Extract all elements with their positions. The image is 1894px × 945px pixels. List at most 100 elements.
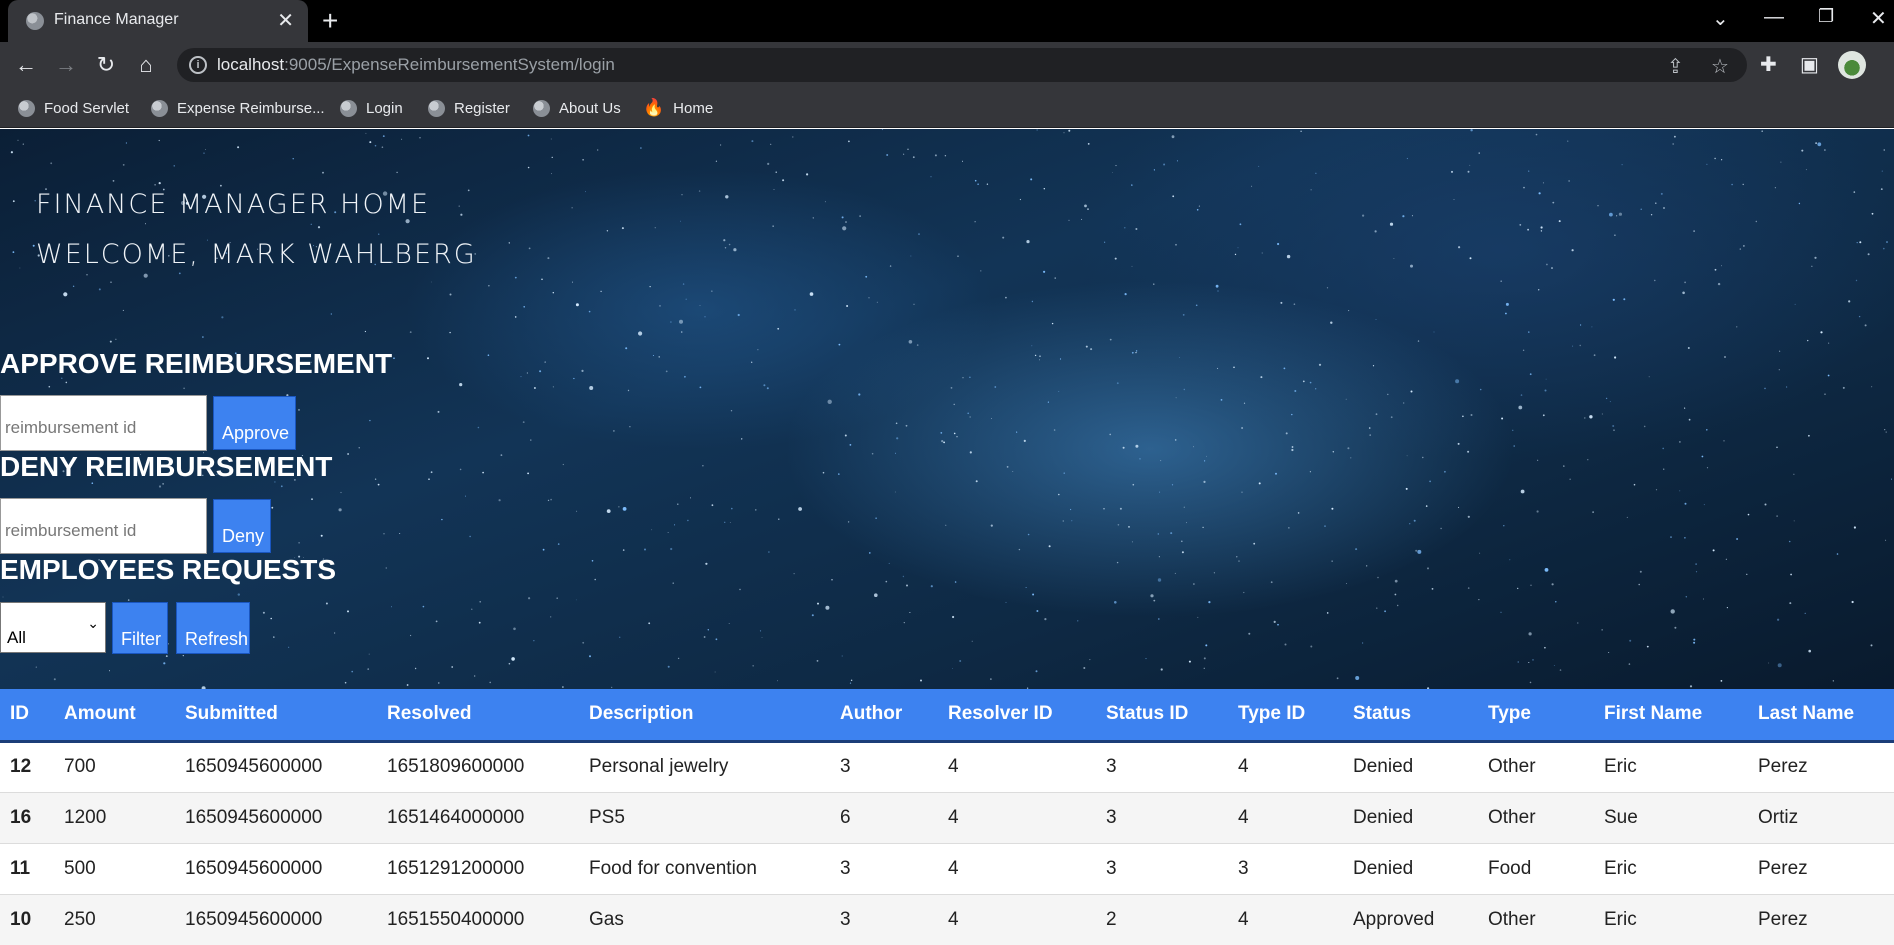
tab-search-icon[interactable]: ⌄: [1712, 6, 1729, 31]
table-row[interactable]: 10 250 1650945600000 1651550400000 Gas 3 4 2 4 Ap…: [0, 894, 1894, 945]
approve-id-input[interactable]: reimbursement id: [0, 395, 207, 451]
bookmark-expense-reimburse[interactable]: Expense Reimburse...: [151, 97, 325, 119]
star: [1163, 163, 1166, 166]
star: [344, 681, 347, 684]
side-panel-icon[interactable]: ▣: [1800, 52, 1819, 77]
star: [320, 534, 323, 537]
star: [589, 655, 591, 658]
star: [1467, 450, 1470, 453]
star: [648, 622, 651, 625]
star: [1051, 322, 1054, 325]
star: [1663, 207, 1665, 209]
star: [1536, 510, 1539, 513]
refresh-button[interactable]: Refresh: [176, 602, 250, 654]
table-cell: Perez: [1758, 843, 1894, 895]
star: [1124, 227, 1126, 229]
star: [589, 386, 594, 390]
star: [1814, 256, 1817, 259]
table-cell: 3: [1106, 741, 1238, 793]
star: [562, 686, 564, 688]
star: [526, 372, 528, 374]
table-row[interactable]: 16 1200 1650945600000 1651464000000 PS5 6 4 3 4 D…: [0, 792, 1894, 844]
url-input[interactable]: i localhost:9005/ExpenseReimbursementSys…: [177, 48, 1747, 82]
star: [1203, 480, 1206, 483]
bookmark-star-icon[interactable]: ☆: [1711, 54, 1729, 79]
restore-icon[interactable]: ❐: [1818, 6, 1834, 27]
star: [625, 347, 628, 350]
star: [72, 285, 75, 287]
star: [1884, 429, 1886, 431]
star: [770, 143, 772, 145]
deny-id-input[interactable]: reimbursement id: [0, 498, 207, 554]
site-info-icon[interactable]: i: [189, 56, 207, 74]
star: [1601, 629, 1603, 631]
browser-tab[interactable]: Finance Manager ✕: [8, 0, 308, 42]
bookmark-home[interactable]: 🔥 Home: [643, 97, 713, 119]
column-header: Status ID: [1106, 689, 1238, 743]
back-icon[interactable]: ←: [12, 51, 40, 79]
approve-button[interactable]: Approve: [213, 396, 296, 450]
status-filter-select[interactable]: All ⌄: [0, 602, 106, 653]
star: [846, 305, 849, 307]
star: [903, 153, 905, 155]
star: [1853, 191, 1856, 193]
star: [1153, 169, 1155, 171]
star: [1131, 541, 1133, 543]
star: [1203, 667, 1205, 669]
bookmark-register[interactable]: Register: [428, 97, 510, 119]
star: [918, 233, 920, 236]
filter-button[interactable]: Filter: [112, 602, 168, 654]
table-row[interactable]: 11 500 1650945600000 1651291200000 Food for …: [0, 843, 1894, 895]
star: [1609, 212, 1613, 217]
star: [977, 183, 979, 185]
close-tab-icon[interactable]: ✕: [277, 8, 294, 33]
close-window-icon[interactable]: ✕: [1870, 6, 1887, 31]
star: [1629, 639, 1632, 642]
star: [1043, 270, 1046, 273]
new-tab-icon[interactable]: +: [322, 5, 338, 37]
minimize-icon[interactable]: —: [1764, 6, 1784, 29]
star: [1689, 685, 1693, 688]
star: [1291, 413, 1293, 416]
star: [1621, 164, 1623, 166]
star: [1172, 195, 1175, 198]
forward-icon[interactable]: →: [52, 51, 80, 79]
star: [10, 151, 13, 154]
star: [1085, 345, 1088, 348]
star: [1197, 616, 1199, 618]
star: [1251, 185, 1253, 187]
star: [705, 562, 708, 565]
extensions-icon[interactable]: ✚: [1760, 52, 1777, 77]
table-cell: 4: [948, 894, 1106, 945]
star: [1397, 604, 1399, 607]
star: [1116, 561, 1119, 564]
star: [1616, 215, 1618, 217]
chevron-down-icon: ⌄: [87, 615, 99, 631]
star: [427, 357, 429, 360]
star: [1089, 659, 1091, 661]
star: [1580, 324, 1582, 326]
star: [644, 548, 646, 551]
star: [1469, 257, 1472, 260]
bookmark-login[interactable]: Login: [340, 97, 403, 119]
star: [1109, 338, 1112, 341]
home-icon[interactable]: ⌂: [132, 51, 160, 79]
bookmark-food-servlet[interactable]: Food Servlet: [18, 97, 129, 119]
star: [1764, 503, 1767, 506]
star: [940, 432, 943, 434]
reload-icon[interactable]: ↻: [92, 51, 120, 79]
star: [1198, 205, 1200, 207]
deny-button[interactable]: Deny: [213, 499, 271, 553]
star: [1612, 425, 1615, 427]
avatar[interactable]: [1838, 51, 1866, 79]
star: [98, 288, 101, 291]
star: [723, 239, 726, 242]
star: [1016, 431, 1018, 433]
share-icon[interactable]: ⇪: [1667, 54, 1684, 79]
star: [845, 221, 847, 223]
star: [1848, 300, 1851, 303]
star: [325, 602, 328, 605]
table-row[interactable]: 12 700 1650945600000 1651809600000 Personal …: [0, 741, 1894, 793]
star: [1006, 466, 1009, 468]
bookmark-about-us[interactable]: About Us: [533, 97, 621, 119]
